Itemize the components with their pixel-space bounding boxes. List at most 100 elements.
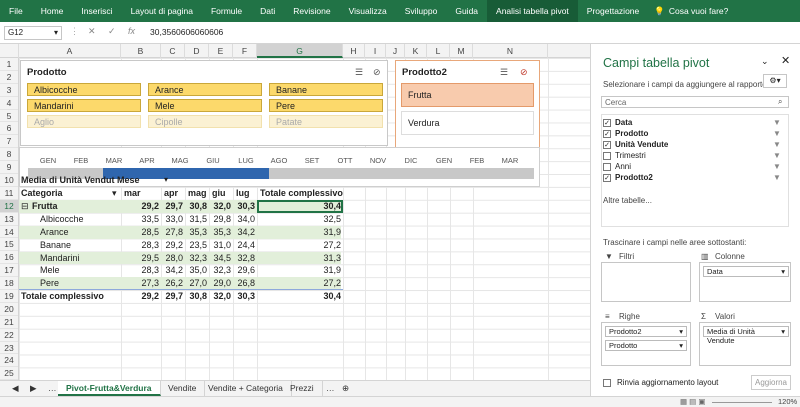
row-header[interactable]: 15 bbox=[0, 238, 18, 252]
row-header[interactable]: 10 bbox=[0, 174, 18, 187]
close-icon[interactable]: ✕ bbox=[781, 54, 790, 67]
pivot-value[interactable]: 35,0 bbox=[185, 264, 207, 277]
pivot-value[interactable]: 30,3 bbox=[233, 200, 255, 213]
timeline-month[interactable]: NOV bbox=[370, 156, 386, 165]
row-header[interactable]: 23 bbox=[0, 342, 18, 355]
filter-icon[interactable]: ▼ bbox=[773, 162, 781, 171]
col-header[interactable]: C bbox=[161, 44, 185, 58]
view-buttons[interactable]: ▦ ▤ ▣ bbox=[680, 397, 705, 406]
timeline-month[interactable]: GEN bbox=[40, 156, 56, 165]
timeline-month[interactable]: DIC bbox=[405, 156, 418, 165]
col-header[interactable]: B bbox=[121, 44, 161, 58]
row-header[interactable]: 11 bbox=[0, 187, 18, 200]
row-header[interactable]: 24 bbox=[0, 354, 18, 368]
ribbon-tab-file[interactable]: File bbox=[0, 0, 32, 22]
ribbon-tab-page-layout[interactable]: Layout di pagina bbox=[122, 0, 202, 22]
pivot-row-label[interactable]: Albicocche bbox=[40, 213, 120, 226]
slicer-item[interactable]: Mandarini bbox=[27, 99, 141, 112]
pivot-value[interactable]: 32,3 bbox=[209, 264, 231, 277]
row-header[interactable]: 22 bbox=[0, 329, 18, 342]
pivot-value[interactable]: 23,5 bbox=[185, 239, 207, 252]
pivot-value[interactable]: 32,3 bbox=[185, 252, 207, 265]
row-header[interactable]: 2 bbox=[0, 71, 18, 84]
tell-me-box[interactable]: 💡 Cosa vuoi fare? bbox=[654, 6, 728, 17]
zoom-level[interactable]: 120% bbox=[778, 397, 797, 406]
pivot-value[interactable]: 31,3 bbox=[257, 252, 341, 265]
filter-icon[interactable]: ▼ bbox=[773, 151, 781, 160]
ribbon-tab-pivot-analyze[interactable]: Analisi tabella pivot bbox=[487, 0, 578, 22]
col-header[interactable]: G bbox=[257, 44, 343, 58]
row-header[interactable]: 6 bbox=[0, 122, 18, 136]
slicer-item[interactable]: Cipolle bbox=[148, 115, 262, 128]
pivot-value[interactable]: 27,8 bbox=[161, 226, 183, 239]
ribbon-tab-review[interactable]: Revisione bbox=[284, 0, 339, 22]
pivot-value[interactable]: 28,3 bbox=[121, 264, 159, 277]
pivot-group-label[interactable]: Frutta bbox=[32, 200, 112, 213]
formula-value[interactable]: 30,3560606060606 bbox=[150, 27, 223, 37]
pivot-value[interactable]: 28,3 bbox=[121, 239, 159, 252]
pivot-header[interactable]: Categoria bbox=[21, 187, 111, 200]
pivot-value[interactable]: 33,0 bbox=[161, 213, 183, 226]
col-header[interactable]: N bbox=[473, 44, 548, 58]
slicer-prodotto[interactable]: Prodotto ☰ ⊘ Albicocche Arance Banane Ma… bbox=[20, 60, 388, 146]
row-header[interactable]: 9 bbox=[0, 161, 18, 175]
worksheet[interactable]: A B C D E F G H I J K L M N 1 2 3 4 5 6 7 8 9 10 1… bbox=[0, 44, 590, 380]
filter-icon[interactable]: ▼ bbox=[773, 173, 781, 182]
row-header[interactable]: 20 bbox=[0, 303, 18, 316]
pivot-value[interactable]: 32,0 bbox=[209, 200, 231, 213]
sheet-tab[interactable]: Vendite bbox=[160, 381, 206, 396]
slicer-prodotto2[interactable]: Prodotto2 ☰ ⊘ Frutta Verdura bbox=[395, 60, 540, 148]
timeline-month[interactable]: FEB bbox=[470, 156, 485, 165]
col-header[interactable]: A bbox=[19, 44, 121, 58]
col-header[interactable]: F bbox=[233, 44, 257, 58]
row-header[interactable]: 14 bbox=[0, 226, 18, 239]
timeline-month[interactable]: OTT bbox=[338, 156, 353, 165]
values-chip[interactable]: Media di Unità Vendute ▾ bbox=[703, 326, 789, 345]
ribbon-tab-home[interactable]: Home bbox=[32, 0, 73, 22]
pivot-value[interactable]: 29,7 bbox=[161, 200, 183, 213]
slicer-item[interactable]: Patate bbox=[269, 115, 383, 128]
ribbon-tab-insert[interactable]: Inserisci bbox=[72, 0, 121, 22]
timeline-month[interactable]: FEB bbox=[74, 156, 89, 165]
timeline-month[interactable]: MAR bbox=[502, 156, 519, 165]
pivot-total-value[interactable]: 30,3 bbox=[233, 290, 255, 303]
pivot-value[interactable]: 35,3 bbox=[185, 226, 207, 239]
pivot-value[interactable]: 34,0 bbox=[233, 213, 255, 226]
field-search-input[interactable]: Cerca ⌕ bbox=[601, 96, 789, 108]
pivot-total-value[interactable]: 30,8 bbox=[185, 290, 207, 303]
pivot-value[interactable]: 27,2 bbox=[257, 239, 341, 252]
pivot-row-label[interactable]: Mele bbox=[40, 264, 120, 277]
timeline-month[interactable]: MAR bbox=[106, 156, 123, 165]
ribbon-tab-developer[interactable]: Sviluppo bbox=[396, 0, 447, 22]
row-header[interactable]: 5 bbox=[0, 110, 18, 123]
slicer-item[interactable]: Mele bbox=[148, 99, 262, 112]
pivot-value[interactable]: 32,5 bbox=[257, 213, 341, 226]
pivot-row-label[interactable]: Mandarini bbox=[40, 252, 120, 265]
multi-select-icon[interactable]: ☰ bbox=[355, 67, 363, 78]
pivot-value[interactable]: 31,5 bbox=[185, 213, 207, 226]
pivot-value[interactable]: 31,9 bbox=[257, 264, 341, 277]
filter-icon[interactable]: ▼ bbox=[773, 129, 781, 138]
enter-icon[interactable]: ✓ bbox=[108, 26, 116, 37]
pivot-value[interactable]: 34,2 bbox=[161, 264, 183, 277]
row-header[interactable]: 12 bbox=[0, 199, 18, 213]
ribbon-tab-data[interactable]: Dati bbox=[251, 0, 284, 22]
pivot-value[interactable]: 34,2 bbox=[233, 226, 255, 239]
pivot-total-value[interactable]: 30,4 bbox=[257, 290, 341, 303]
sheet-tab[interactable]: Prezzi bbox=[282, 381, 323, 396]
pivot-value[interactable]: 24,4 bbox=[233, 239, 255, 252]
active-cell[interactable] bbox=[257, 199, 343, 213]
pivot-row-label[interactable]: Arance bbox=[40, 226, 120, 239]
slicer2-item[interactable]: Frutta bbox=[401, 83, 534, 107]
ribbon-tab-formulas[interactable]: Formule bbox=[202, 0, 251, 22]
pivot-value[interactable]: 29,2 bbox=[121, 200, 159, 213]
name-box[interactable]: G12 ▾ bbox=[4, 26, 62, 40]
filter-dropdown-icon[interactable]: ▾ bbox=[112, 187, 117, 200]
sheet-tab[interactable]: Pivot-Frutta&Verdura bbox=[58, 381, 161, 396]
pivot-header[interactable]: Totale complessivo bbox=[260, 187, 346, 200]
pivot-title[interactable]: Media di Unità Vendut Mese bbox=[21, 174, 161, 187]
rows-chip[interactable]: Prodotto ▾ bbox=[605, 340, 687, 351]
timeline-month[interactable]: GIU bbox=[206, 156, 219, 165]
filter-dropdown-icon[interactable]: ▾ bbox=[164, 174, 168, 187]
row-header[interactable]: 25 bbox=[0, 367, 18, 380]
